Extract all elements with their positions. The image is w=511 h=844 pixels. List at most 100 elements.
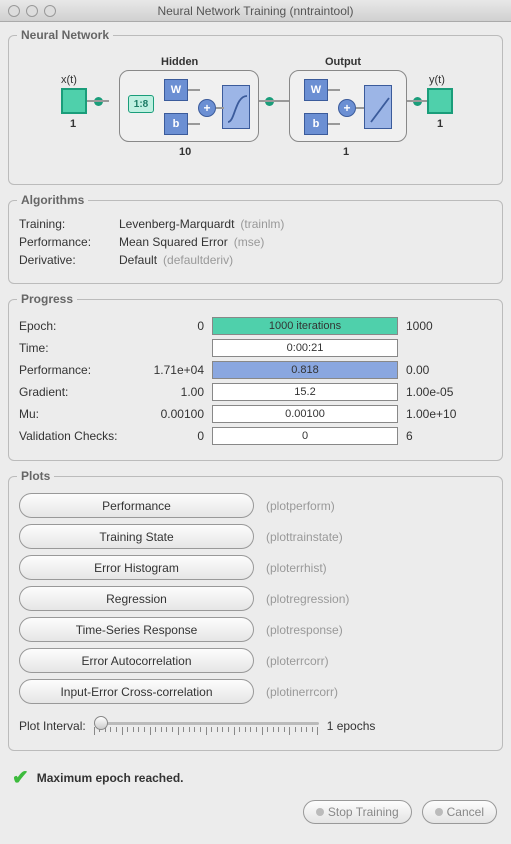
algorithm-label: Training: [19, 217, 119, 231]
plot-button[interactable]: Performance [19, 493, 254, 518]
section-plots: Plots Performance (plotperform) Training S… [8, 469, 503, 751]
section-title: Plots [17, 469, 54, 483]
progress-start: 1.71e+04 [147, 363, 212, 377]
progress-row: Gradient:1.0015.21.00e-05 [19, 382, 492, 402]
window-titlebar: Neural Network Training (nntraintool) [0, 0, 511, 22]
plot-hint: (ploterrcorr) [266, 654, 329, 668]
plot-hint: (plottrainstate) [266, 530, 343, 544]
plot-hint: (plotperform) [266, 499, 335, 513]
output-count: 1 [343, 146, 349, 158]
bias-block: b [304, 113, 328, 135]
plot-interval-label: Plot Interval: [19, 719, 86, 733]
status-text: Maximum epoch reached. [37, 771, 184, 785]
plot-button[interactable]: Error Autocorrelation [19, 648, 254, 673]
cancel-button[interactable]: Cancel [422, 800, 497, 824]
hidden-count: 10 [179, 146, 191, 158]
progress-row: Epoch:0 1000 iterations 1000 [19, 316, 492, 336]
plot-row: Error Histogram(ploterrhist) [19, 555, 492, 580]
window-title: Neural Network Training (nntraintool) [0, 4, 511, 18]
progress-row: Time: 0:00:21 [19, 338, 492, 358]
plot-button[interactable]: Input-Error Cross-correlation [19, 679, 254, 704]
progress-bar: 1000 iterations [212, 317, 398, 335]
hidden-layer: 1:8 W b + [119, 70, 259, 142]
plot-interval-value: 1 epochs [327, 719, 376, 733]
progress-start: 0 [147, 429, 212, 443]
progress-bar-text: 1000 iterations [269, 320, 341, 332]
plot-row: Error Autocorrelation (ploterrcorr) [19, 648, 492, 673]
progress-bar: 0 [212, 427, 398, 445]
algorithm-label: Performance: [19, 235, 119, 249]
progress-label: Validation Checks: [19, 429, 147, 443]
progress-row: Mu:0.001000.001001.00e+10 [19, 404, 492, 424]
algorithm-hint: (trainlm) [240, 217, 284, 231]
plot-hint: (plotinerrcorr) [266, 685, 338, 699]
output-label: Output [325, 56, 361, 68]
progress-bar: 0.00100 [212, 405, 398, 423]
plot-button[interactable]: Regression [19, 586, 254, 611]
algorithm-value: Levenberg-Marquardt [119, 217, 234, 231]
progress-end: 1.00e+10 [398, 407, 470, 421]
diagram-connector [94, 97, 103, 106]
progress-bar-text: 0:00:21 [287, 342, 324, 354]
progress-end: 6 [398, 429, 470, 443]
out-label: y(t) [429, 74, 445, 86]
input-block [61, 88, 87, 114]
diagram-connector [413, 97, 422, 106]
progress-label: Gradient: [19, 385, 147, 399]
progress-bar-text: 0 [302, 430, 308, 442]
sum-node: + [338, 99, 356, 117]
plot-row: Regression(plotregression) [19, 586, 492, 611]
plot-hint: (plotresponse) [266, 623, 343, 637]
algorithm-value: Default [119, 253, 157, 267]
check-icon: ✔ [12, 765, 29, 790]
progress-bar-text: 15.2 [294, 386, 315, 398]
output-block [427, 88, 453, 114]
algorithm-row: Derivative: Default (defaultderiv) [19, 253, 492, 267]
status-row: ✔ Maximum epoch reached. [8, 759, 503, 800]
cancel-icon [435, 808, 443, 816]
input-dim: 1 [70, 118, 76, 130]
plot-interval-slider[interactable] [94, 714, 319, 738]
algorithm-label: Derivative: [19, 253, 119, 267]
diagram-connector [265, 97, 274, 106]
algorithm-row: Training: Levenberg-Marquardt (trainlm) [19, 217, 492, 231]
progress-start: 0 [147, 319, 212, 333]
algorithm-row: Performance: Mean Squared Error (mse) [19, 235, 492, 249]
delay-block: 1:8 [128, 95, 154, 113]
stop-training-button[interactable]: Stop Training [303, 800, 412, 824]
weights-block: W [304, 79, 328, 101]
plot-button[interactable]: Training State [19, 524, 254, 549]
plot-row: Time-Series Response (plotresponse) [19, 617, 492, 642]
weights-block: W [164, 79, 188, 101]
progress-label: Epoch: [19, 319, 147, 333]
progress-bar-text: 0.00100 [285, 408, 325, 420]
progress-bar: 15.2 [212, 383, 398, 401]
progress-end: 1.00e-05 [398, 385, 470, 399]
out-dim: 1 [437, 118, 443, 130]
progress-end: 1000 [398, 319, 470, 333]
hidden-label: Hidden [161, 56, 198, 68]
progress-label: Time: [19, 341, 147, 355]
section-title: Neural Network [17, 28, 113, 42]
progress-row: Performance:1.71e+040.8180.00 [19, 360, 492, 380]
plot-row: Performance (plotperform) [19, 493, 492, 518]
progress-row: Validation Checks:006 [19, 426, 492, 446]
plot-row: Training State (plottrainstate) [19, 524, 492, 549]
algorithm-hint: (defaultderiv) [163, 253, 233, 267]
section-title: Algorithms [17, 193, 88, 207]
output-layer: W b + [289, 70, 407, 142]
tansig-tf [222, 85, 250, 129]
algorithm-hint: (mse) [234, 235, 265, 249]
purelin-tf [364, 85, 392, 129]
stop-icon [316, 808, 324, 816]
plot-button[interactable]: Error Histogram [19, 555, 254, 580]
progress-bar: 0:00:21 [212, 339, 398, 357]
progress-start: 0.00100 [147, 407, 212, 421]
section-algorithms: Algorithms Training: Levenberg-Marquardt… [8, 193, 503, 284]
progress-bar-text: 0.818 [291, 364, 319, 376]
plot-button[interactable]: Time-Series Response [19, 617, 254, 642]
progress-bar: 0.818 [212, 361, 398, 379]
input-label: x(t) [61, 74, 77, 86]
network-diagram: x(t) 1 Hidden 1:8 W b + 10 Output W b + [19, 52, 492, 172]
section-title: Progress [17, 292, 77, 306]
